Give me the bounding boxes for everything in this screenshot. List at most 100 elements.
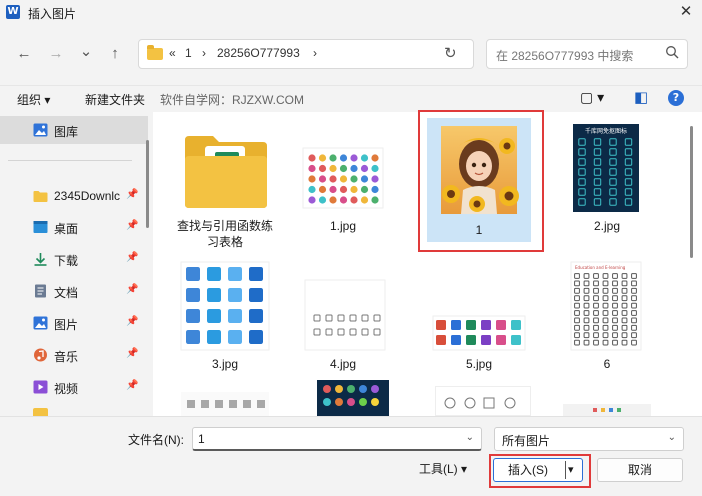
file-name: 6 bbox=[603, 357, 611, 371]
highlight-box bbox=[418, 110, 544, 252]
sidebar-item-label: 图库 bbox=[54, 125, 79, 139]
sidebar-scrollbar[interactable] bbox=[146, 140, 149, 228]
back-button[interactable]: ← bbox=[14, 44, 34, 64]
pictures-icon bbox=[33, 316, 48, 330]
search-input[interactable]: 在 28256O777993 中搜索 bbox=[486, 39, 688, 69]
help-icon[interactable]: ? bbox=[668, 90, 684, 106]
folder-icon bbox=[147, 45, 163, 60]
recent-locations-button[interactable]: ⌄ bbox=[76, 42, 96, 62]
dark-icon-poster-thumbnail: 千库网免抠图标 bbox=[573, 124, 639, 212]
search-placeholder: 在 28256O777993 中搜索 bbox=[496, 49, 634, 63]
sidebar-item-music[interactable]: 音乐 📌 bbox=[0, 341, 148, 369]
tools-menu-button[interactable]: 工具(L) ▾ bbox=[405, 458, 481, 482]
sidebar-item-label: 下载 bbox=[54, 254, 79, 268]
file-name: 查找与引用函数练习表格 bbox=[176, 219, 273, 249]
sidebar-item-label: 视频 bbox=[54, 382, 79, 396]
sidebar-item-documents[interactable]: 文档 📌 bbox=[0, 277, 148, 305]
video-icon bbox=[33, 380, 48, 394]
sidebar-item-gallery[interactable]: 图库 bbox=[0, 116, 148, 144]
view-options-button[interactable]: ▢ ▾ bbox=[580, 89, 604, 106]
pin-icon: 📌 bbox=[126, 380, 139, 391]
blue-icon-grid-thumbnail bbox=[180, 261, 270, 351]
icon-grid-thumbnail bbox=[302, 147, 384, 209]
filename-value: 1 bbox=[198, 432, 205, 446]
breadcrumb-overflow[interactable]: « bbox=[169, 46, 176, 60]
education-icons-thumbnail: Education and E-learning bbox=[570, 261, 642, 351]
pin-icon: 📌 bbox=[126, 348, 139, 359]
preview-pane-icon[interactable]: ◧ bbox=[634, 88, 648, 106]
pin-icon: 📌 bbox=[126, 252, 139, 263]
file-item-1-jpg[interactable]: 1.jpg bbox=[291, 112, 395, 260]
document-icon bbox=[35, 284, 46, 298]
file-item-3-jpg[interactable]: 3.jpg bbox=[173, 258, 277, 371]
dialog-title: 插入图片 bbox=[28, 7, 77, 21]
sidebar-item-label: 文档 bbox=[54, 286, 79, 300]
filter-value: 所有图片 bbox=[502, 434, 551, 448]
filename-label: 文件名(N): bbox=[128, 433, 184, 447]
sidebar-item-label: 2345Downlc bbox=[54, 189, 121, 203]
line-icon-thumbnail bbox=[304, 279, 386, 351]
file-type-filter[interactable]: 所有图片 ⌄ bbox=[494, 427, 684, 451]
breadcrumb-1[interactable]: 1 bbox=[185, 46, 192, 60]
file-name: 5.jpg bbox=[465, 357, 493, 371]
desktop-icon bbox=[33, 221, 48, 233]
file-item-2-jpg[interactable]: 千库网免抠图标 2.jpg bbox=[555, 112, 659, 260]
breadcrumb-separator[interactable]: › bbox=[313, 46, 317, 60]
sidebar-item-downloads[interactable]: 下载 📌 bbox=[0, 245, 148, 273]
up-button[interactable]: ↑ bbox=[105, 44, 125, 64]
partial-thumbnail[interactable] bbox=[435, 386, 531, 416]
watermark-text: 软件自学网：RJZXW.COM bbox=[160, 93, 304, 107]
search-icon[interactable] bbox=[665, 45, 679, 59]
partial-thumbnail[interactable] bbox=[317, 380, 389, 416]
close-button[interactable]: ✕ bbox=[670, 0, 702, 26]
chevron-down-icon[interactable]: ⌄ bbox=[466, 432, 474, 443]
file-list: S 查找与引用函数练习表格 1.jpg 1 bbox=[153, 110, 702, 416]
sidebar-item-desktop[interactable]: 桌面 📌 bbox=[0, 213, 148, 241]
file-item-6[interactable]: Education and E-learning 6 bbox=[555, 258, 659, 371]
refresh-icon[interactable]: ↻ bbox=[444, 44, 457, 62]
folder-icon bbox=[33, 408, 48, 416]
music-icon bbox=[34, 348, 47, 362]
office-icons-thumbnail bbox=[432, 315, 526, 351]
gallery-icon bbox=[33, 123, 48, 137]
file-item-4-jpg[interactable]: 4.jpg bbox=[291, 258, 395, 371]
pin-icon: 📌 bbox=[126, 220, 139, 231]
file-name: 4.jpg bbox=[329, 357, 357, 371]
organize-menu[interactable]: 组织 ▾ bbox=[17, 91, 50, 108]
sidebar-item-2345downloads[interactable]: 2345Downlc 📌 bbox=[0, 182, 148, 210]
sidebar-item-label: 音乐 bbox=[54, 350, 79, 364]
breadcrumb-current[interactable]: 28256O777993 bbox=[217, 46, 300, 60]
partial-thumbnail[interactable] bbox=[181, 392, 269, 416]
sidebar-divider bbox=[8, 160, 132, 161]
new-folder-button[interactable]: 新建文件夹 bbox=[85, 91, 145, 108]
file-name: 2.jpg bbox=[593, 219, 621, 233]
folder-thumbnail: S bbox=[185, 136, 267, 208]
toolbar-divider bbox=[0, 85, 702, 86]
download-icon bbox=[34, 253, 47, 266]
file-name: 3.jpg bbox=[211, 357, 239, 371]
cancel-button[interactable]: 取消 bbox=[597, 458, 683, 482]
file-name: 1.jpg bbox=[329, 219, 357, 233]
word-app-icon: W bbox=[6, 5, 20, 19]
sidebar-item-pictures[interactable]: 图片 📌 bbox=[0, 309, 148, 337]
highlight-box bbox=[489, 454, 591, 488]
sidebar-item-videos[interactable]: 视频 📌 bbox=[0, 373, 148, 401]
navigation-pane: 图库 2345Downlc 📌 桌面 📌 下载 📌 文档 📌 图片 📌 音乐 📌… bbox=[0, 112, 152, 416]
pin-icon: 📌 bbox=[126, 284, 139, 295]
pin-icon: 📌 bbox=[126, 189, 139, 200]
forward-button[interactable]: → bbox=[46, 44, 66, 64]
folder-icon bbox=[33, 191, 48, 202]
address-bar[interactable]: « 1 › 28256O777993 › ↻ bbox=[138, 39, 474, 69]
poster-title: 千库网免抠图标 bbox=[585, 127, 627, 135]
filename-input[interactable]: 1 ⌄ bbox=[192, 427, 482, 451]
chevron-down-icon: ⌄ bbox=[667, 432, 676, 443]
breadcrumb-separator[interactable]: › bbox=[202, 46, 206, 60]
sidebar-item-label: 桌面 bbox=[54, 222, 79, 236]
file-item-5-jpg[interactable]: 5.jpg bbox=[427, 258, 531, 371]
edu-title: Education and E-learning bbox=[575, 265, 626, 270]
file-list-scrollbar[interactable] bbox=[690, 126, 693, 258]
title-bar bbox=[0, 0, 702, 26]
file-item-folder[interactable]: S 查找与引用函数练习表格 bbox=[173, 112, 277, 260]
partial-thumbnail[interactable] bbox=[563, 404, 651, 416]
pin-icon: 📌 bbox=[126, 316, 139, 327]
